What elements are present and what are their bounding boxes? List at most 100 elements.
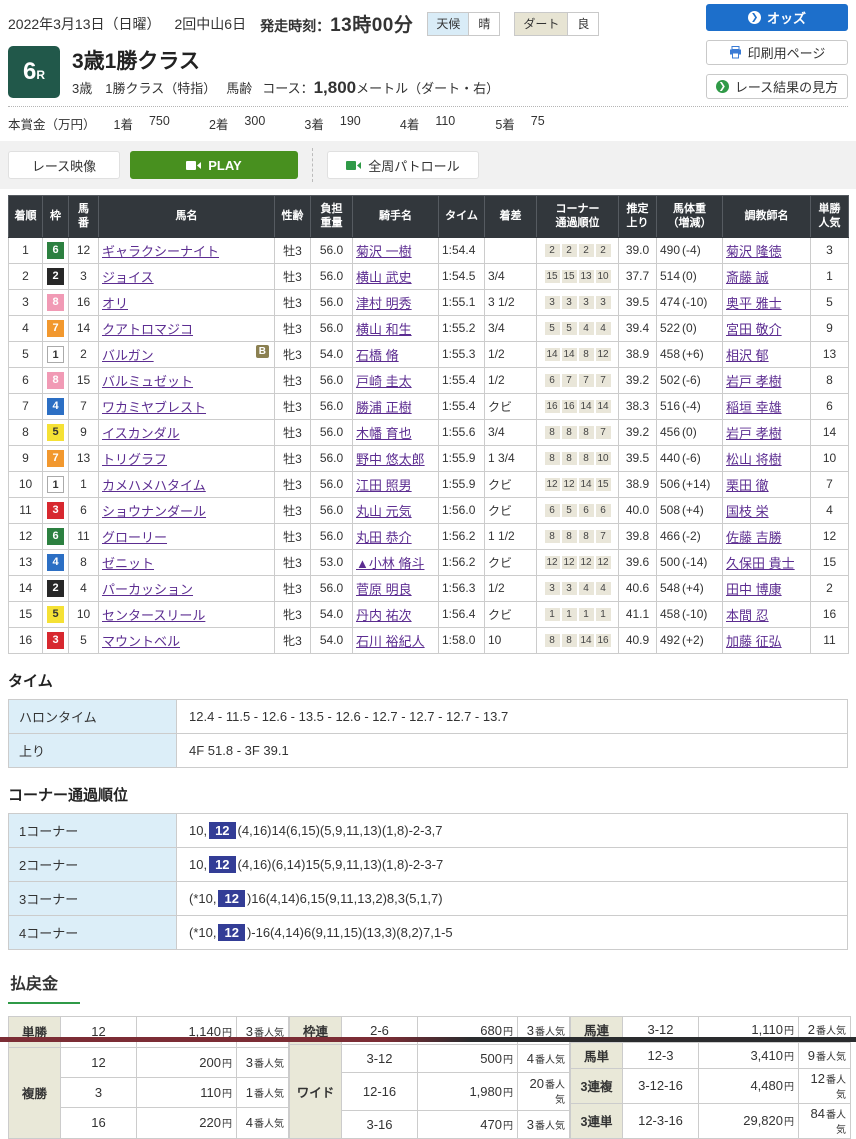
trainer-link[interactable]: 加藤 征弘 <box>726 634 782 649</box>
trainer-link[interactable]: 相沢 郁 <box>726 348 769 363</box>
jockey-link[interactable]: 石橋 脩 <box>356 348 399 363</box>
payout-section-title: 払戻金 <box>8 970 81 1004</box>
jockey-link[interactable]: 江田 照男 <box>356 478 412 493</box>
table-row: 2 2 3 ジョイス 牡3 56.0 横山 武史 1:54.5 3/4 15 15 13 10 37.7 5… <box>8 262 849 290</box>
corner-pos: 1 <box>544 607 560 621</box>
corner-pos: 2 <box>578 243 594 257</box>
trainer-link[interactable]: 佐藤 吉勝 <box>726 530 782 545</box>
payout-section: 払戻金 <box>0 950 856 1016</box>
horse-name-link[interactable]: カメハメハタイム <box>102 478 206 493</box>
finish-time: 1:56.0 <box>438 496 485 524</box>
corner-pos: 7 <box>595 529 611 543</box>
trainer-link[interactable]: 宮田 敬介 <box>726 322 782 337</box>
trainer-link[interactable]: 本間 忍 <box>726 608 769 623</box>
corner-positions: 3333 <box>540 295 615 309</box>
trainer-link[interactable]: 菊沢 隆徳 <box>726 244 782 259</box>
trainer-link[interactable]: 松山 将樹 <box>726 452 782 467</box>
win-popularity: 15 <box>810 548 849 576</box>
corner-pos: 6 <box>578 503 594 517</box>
table-row: 11 3 6 ショウナンダール 牡3 56.0 丸山 元気 1:56.0 クビ 6 5 6 6 40.0 5… <box>8 496 849 524</box>
horse-name-link[interactable]: センタースリール <box>102 608 205 623</box>
horse-name-link[interactable]: ショウナンダール <box>102 504 206 519</box>
finish-time: 1:56.2 <box>438 522 485 550</box>
table-row: 13 4 8 ゼニット 牡3 53.0 ▲小林 脩斗 1:56.2 クビ 12 12 12 12 39.6… <box>8 548 849 576</box>
waku-number: 4 <box>47 397 64 415</box>
load-weight: 56.0 <box>310 288 353 316</box>
horse-name-link[interactable]: クアトロマジコ <box>102 322 193 337</box>
jockey-link[interactable]: 丹内 祐次 <box>356 608 412 623</box>
jockey-link[interactable]: 横山 和生 <box>356 322 412 337</box>
waku-number: 8 <box>47 371 64 389</box>
jockey-link[interactable]: 菅原 明良 <box>356 582 412 597</box>
corner-positions: 1111 <box>540 607 615 621</box>
body-weight-diff: (+4) <box>682 503 704 518</box>
printer-icon <box>729 46 741 59</box>
trainer-link[interactable]: 久保田 貴士 <box>726 556 795 571</box>
load-weight: 56.0 <box>310 574 353 602</box>
jockey-link[interactable]: 戸崎 圭太 <box>356 374 412 389</box>
sex-age: 牡3 <box>274 288 311 316</box>
odds-button[interactable]: ❯ オッズ <box>706 4 848 31</box>
horse-name-link[interactable]: ワカミヤブレスト <box>102 400 206 415</box>
jockey-link[interactable]: ▲小林 脩斗 <box>356 556 424 571</box>
jockey-link[interactable]: 津村 明秀 <box>356 296 412 311</box>
time-row-value: 4F 51.8 - 3F 39.1 <box>176 732 848 768</box>
corner-pos: 8 <box>578 451 594 465</box>
trainer-link[interactable]: 稲垣 幸雄 <box>726 400 782 415</box>
trainer-link[interactable]: 栗田 徹 <box>726 478 769 493</box>
jockey-link[interactable]: 丸山 元気 <box>356 504 412 519</box>
yen-unit: 円 <box>503 1120 513 1132</box>
finish-time: 1:58.0 <box>438 626 485 654</box>
play-button[interactable]: PLAY <box>130 151 298 179</box>
results-column-header: 馬 番 <box>68 195 99 238</box>
trainer-link[interactable]: 国枝 栄 <box>726 504 769 519</box>
jockey-link[interactable]: 横山 武史 <box>356 270 412 285</box>
horse-name-link[interactable]: マウントベル <box>102 634 180 649</box>
jockey-link[interactable]: 菊沢 一樹 <box>356 244 412 259</box>
prize-amount: 190 <box>339 114 361 128</box>
horse-name-link[interactable]: バルミュゼット <box>102 374 193 389</box>
jockey-link[interactable]: 勝浦 正樹 <box>356 400 412 415</box>
corner-positions: 16 16 14 14 <box>540 399 615 413</box>
margin: 3/4 <box>484 418 537 446</box>
trainer-link[interactable]: 岩戸 孝樹 <box>726 374 782 389</box>
waku-number: 1 <box>47 345 64 363</box>
waku-number: 1 <box>47 475 64 493</box>
trainer-link[interactable]: 斎藤 誠 <box>726 270 769 285</box>
jockey-link[interactable]: 石川 裕紀人 <box>356 634 425 649</box>
horse-number: 2 <box>68 340 99 368</box>
horse-name-link[interactable]: トリグラフ <box>102 452 167 467</box>
corner-row: 3コーナー (*10, 12)16(4,14)6,15(9,11,13,2)8,3(… <box>8 880 848 916</box>
trainer-link[interactable]: 岩戸 孝樹 <box>726 426 782 441</box>
race-video-button[interactable]: レース映像 <box>8 151 120 179</box>
horse-name-link[interactable]: ゼニット <box>102 556 154 571</box>
horse-name-link[interactable]: グローリー <box>102 530 167 545</box>
body-weight: 466 <box>660 529 681 544</box>
horse-name-link[interactable]: ギャラクシーナイト <box>102 244 219 259</box>
horse-name-link[interactable]: オリ <box>102 296 128 311</box>
table-row: 1 6 12 ギャラクシーナイト 牡3 56.0 菊沢 一樹 1:54.4 2 2 2 2 39.0 49… <box>8 236 849 264</box>
body-weight: 474 <box>660 295 681 310</box>
jockey-link[interactable]: 野中 悠太郎 <box>356 452 425 467</box>
patrol-video-button[interactable]: 全周パトロール <box>327 151 479 179</box>
print-page-button[interactable]: 印刷用ページ <box>706 40 848 65</box>
horse-name-link[interactable]: ジョイス <box>102 270 154 285</box>
popularity-rank: 1 <box>245 1085 253 1101</box>
sex-age: 牝3 <box>274 626 311 654</box>
waku-number: 7 <box>47 449 64 467</box>
corner-pos: 2 <box>595 243 611 257</box>
trainer-link[interactable]: 奥平 雅士 <box>726 296 782 311</box>
body-weight-diff: (-10) <box>682 607 708 622</box>
jockey-link[interactable]: 木幡 育也 <box>356 426 412 441</box>
horse-number: 14 <box>68 314 99 342</box>
horse-name-link[interactable]: バルガン <box>102 348 154 363</box>
popularity-rank: 84 <box>810 1105 825 1121</box>
horse-name-link[interactable]: パーカッション <box>102 582 193 597</box>
horse-name-link[interactable]: イスカンダル <box>102 426 180 441</box>
trainer-link[interactable]: 田中 博康 <box>726 582 782 597</box>
jockey-link[interactable]: 丸田 恭介 <box>356 530 412 545</box>
result-guide-button[interactable]: ❯ レース結果の見方 <box>706 74 848 99</box>
time-row-label: 上り <box>8 732 177 768</box>
payout-row: 馬単 12-3 3,410円 9番人気 <box>570 1041 851 1069</box>
last-3f-time: 41.1 <box>618 600 657 628</box>
